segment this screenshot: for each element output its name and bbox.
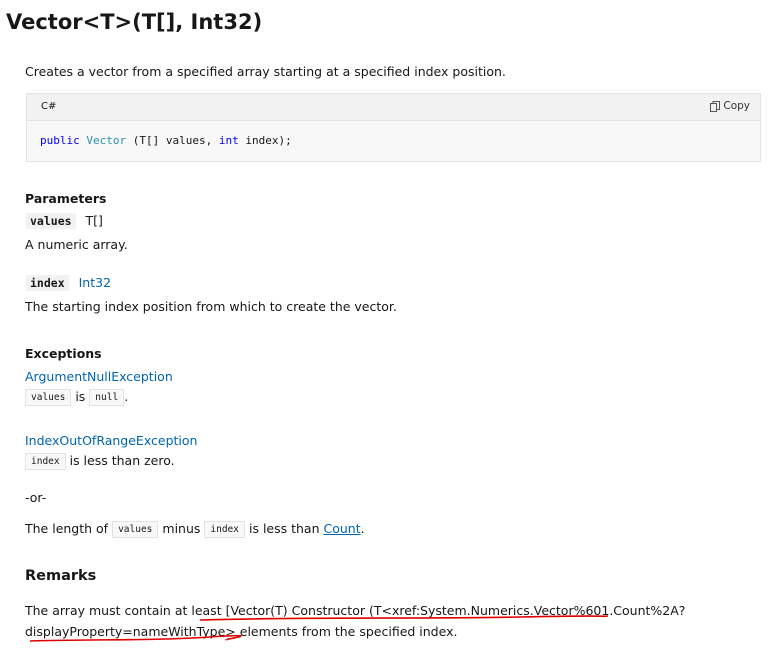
annotation-underlines bbox=[29, 615, 609, 642]
annotation-underline-2 bbox=[29, 634, 242, 642]
annotation-underline-1 bbox=[199, 615, 609, 621]
